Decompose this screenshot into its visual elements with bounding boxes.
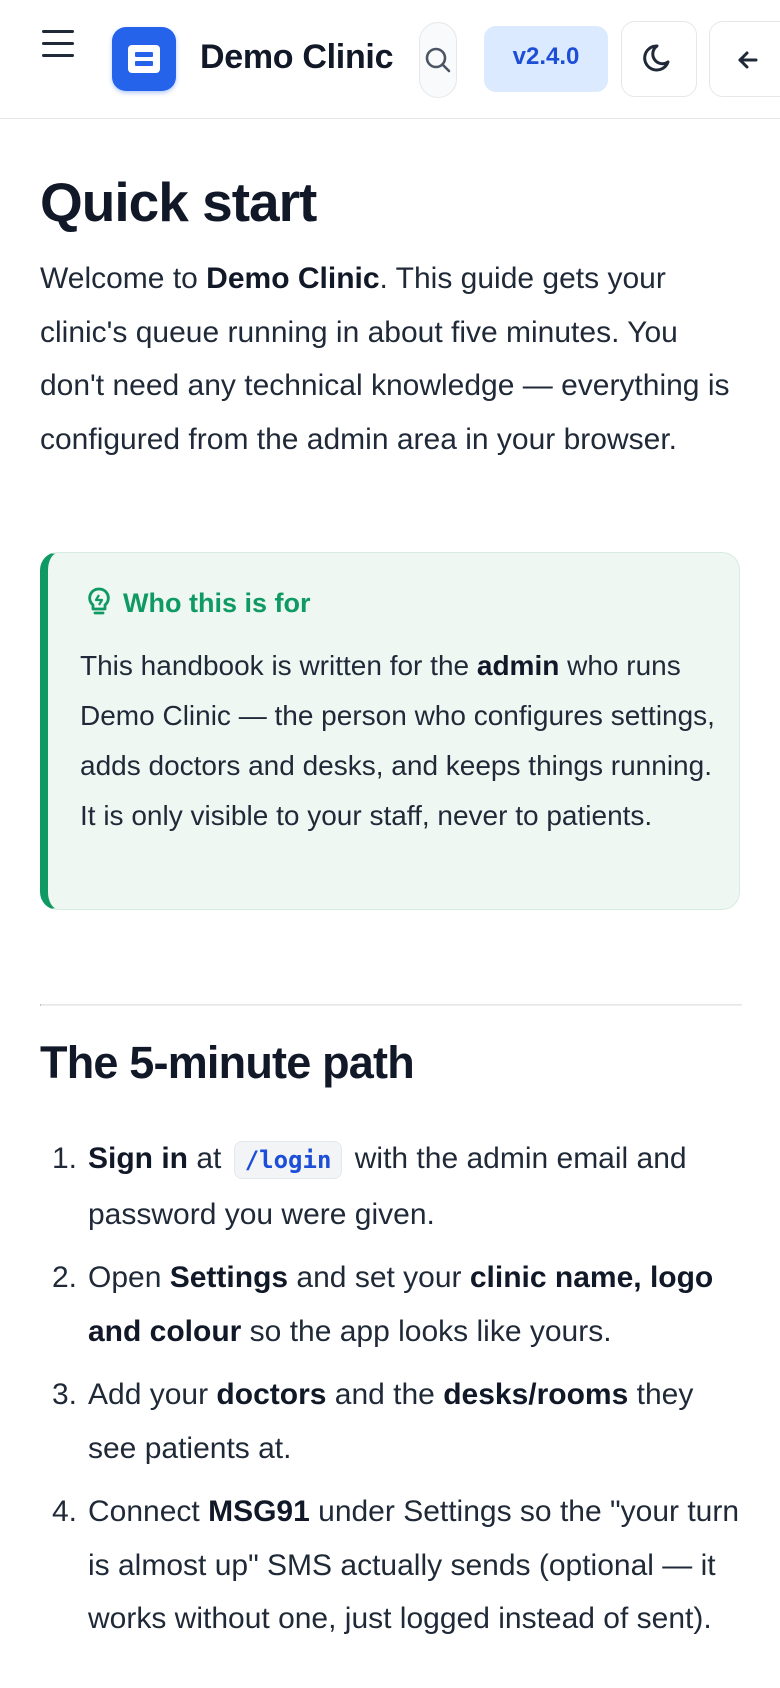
section-divider [40, 1004, 742, 1006]
callout-body: This handbook is written for the admin w… [80, 641, 720, 841]
arrow-left-icon [738, 51, 758, 69]
step-bold: Settings [169, 1261, 289, 1294]
step-number: 4. [52, 1495, 78, 1528]
page-title: Quick start [40, 171, 317, 233]
list-item-step-4: 4. Connect MSG91 under Settings so the "y… [40, 1485, 740, 1646]
step-text: and the [326, 1378, 444, 1411]
callout-text: This handbook is written for the [80, 650, 477, 681]
lightbulb-icon [88, 587, 110, 615]
intro-text: Welcome to [40, 262, 207, 295]
search-icon [425, 47, 451, 73]
list-item-step-2: 2. Open Settings and set your clinic name… [40, 1251, 740, 1358]
step-text: at [188, 1142, 230, 1175]
moon-icon [643, 44, 670, 72]
intro-app-name: Demo Clinic [206, 262, 380, 295]
list-item-step-1: 1. Sign in at /login with the admin email… [40, 1132, 740, 1241]
app-title[interactable]: Demo Clinic [200, 38, 393, 77]
menu-button[interactable] [40, 28, 80, 64]
steps-list: 1. Sign in at /login with the admin email… [40, 1132, 740, 1656]
step-text: so the app looks like yours. [241, 1314, 612, 1348]
section-title: The 5-minute path [40, 1037, 415, 1088]
callout-title: Who this is for [123, 588, 311, 618]
back-button[interactable] [709, 21, 780, 97]
step-text: and set your [288, 1261, 470, 1294]
info-callout: Who this is for This handbook is written… [40, 552, 740, 910]
list-item-step-3: 3. Add your doctors and the desks/rooms t… [40, 1368, 740, 1475]
clinic-logo-icon [128, 45, 160, 73]
step-number: 2. [52, 1261, 78, 1294]
menu-icon-bar [42, 54, 74, 57]
search-button[interactable] [419, 22, 457, 98]
menu-icon [42, 30, 74, 33]
clinic-logo[interactable] [112, 27, 176, 91]
step-number: 3. [52, 1378, 78, 1411]
step-bold: desks/rooms [443, 1378, 629, 1411]
step-text: Open [88, 1261, 170, 1294]
step-text: Add your [88, 1378, 217, 1411]
callout-bold: admin [476, 650, 560, 681]
step-bold: Sign in [88, 1142, 188, 1175]
login-path-code[interactable]: /login [233, 1141, 343, 1179]
step-bold: doctors [216, 1378, 327, 1411]
theme-toggle-button[interactable] [621, 21, 697, 97]
intro-paragraph: Welcome to Demo Clinic. This guide gets … [40, 252, 740, 466]
step-number: 1. [52, 1142, 78, 1175]
menu-icon-bar [42, 42, 74, 45]
top-bar: Demo Clinic v2.4.0 [0, 0, 780, 119]
step-text: Connect [88, 1495, 209, 1528]
step-bold: MSG91 [208, 1495, 310, 1528]
version-badge[interactable]: v2.4.0 [484, 26, 608, 92]
